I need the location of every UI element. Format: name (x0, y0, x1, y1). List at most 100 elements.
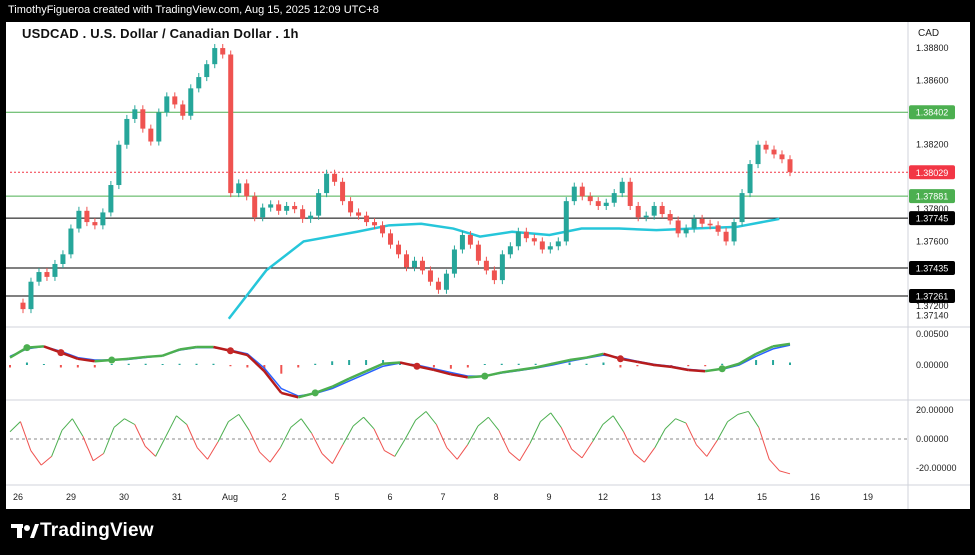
candle (308, 211, 314, 223)
candle-body (739, 193, 745, 223)
osc-line-segment (71, 418, 84, 437)
candle (587, 192, 593, 206)
macd-cross-dot (311, 389, 319, 397)
macd-line-segment (263, 370, 283, 394)
candle (435, 277, 441, 294)
candle-body (396, 244, 402, 255)
osc-line-segment (103, 427, 115, 454)
candle-body (84, 210, 90, 223)
candle (292, 201, 298, 214)
candle-body (715, 225, 721, 232)
macd-cross-dot (57, 349, 65, 357)
candle (316, 189, 322, 220)
candle (483, 256, 489, 275)
candle (739, 189, 745, 227)
osc-line-segment (19, 421, 32, 451)
candle-body (124, 118, 130, 145)
candle (539, 237, 545, 254)
osc-line-segment (550, 412, 562, 428)
candle (443, 269, 449, 294)
candle-body (252, 196, 258, 218)
osc-line-segment (685, 422, 697, 446)
time-tick-label: 12 (598, 492, 608, 502)
osc-line-segment (758, 427, 770, 460)
osc-line-segment (456, 444, 469, 460)
candle (747, 160, 753, 198)
candle (451, 245, 457, 278)
candle (172, 92, 178, 109)
candle (84, 206, 90, 227)
macd-histogram-bar (721, 363, 724, 365)
candle (643, 211, 649, 222)
time-tick-label: 15 (757, 492, 767, 502)
candle-body (236, 183, 242, 194)
macd-tick-label: 0.00000 (916, 360, 949, 370)
candle-body (635, 205, 641, 218)
candle (699, 214, 705, 228)
macd-histogram-bar (42, 364, 45, 365)
candle-body (419, 260, 425, 271)
osc-line-segment (716, 421, 729, 441)
macd-histogram-bar (178, 363, 181, 365)
osc-line-segment (51, 430, 63, 457)
macd-histogram-bar (619, 365, 622, 368)
macd-line-segment (688, 368, 706, 373)
macd-histogram-bar (246, 365, 249, 368)
candle (260, 203, 266, 222)
candle-body (188, 88, 194, 116)
candle (324, 169, 330, 198)
candle (196, 73, 202, 93)
candle-body (571, 186, 577, 202)
tradingview-logo-icon (11, 524, 39, 538)
candle-body (443, 273, 449, 290)
macd-line-segment (145, 354, 163, 359)
candle (332, 169, 338, 186)
candle (531, 234, 537, 246)
candle-body (763, 144, 769, 150)
osc-line-segment (435, 424, 448, 448)
candle (571, 182, 577, 206)
level-label: 1.37881 (916, 192, 949, 202)
macd-histogram-bar (161, 364, 164, 365)
candle-body (116, 144, 122, 186)
candle-body (435, 281, 441, 290)
candle-body (595, 201, 601, 206)
time-tick-label: 19 (863, 492, 873, 502)
osc-line-segment (540, 412, 552, 422)
price-tick-label: 1.37200 (916, 301, 949, 311)
price-tick-label: 1.38800 (916, 43, 949, 53)
brand-name: TradingView (40, 520, 154, 541)
osc-line-segment (186, 424, 198, 448)
candle (276, 200, 282, 215)
candle-body (403, 254, 409, 268)
candle (603, 198, 609, 211)
macd-histogram-bar (789, 362, 791, 365)
candle-body (316, 193, 322, 216)
candle-body (380, 225, 386, 234)
macd-histogram-bar (534, 363, 537, 365)
candle-body (164, 96, 170, 113)
candle-body (308, 215, 314, 219)
candle-body (587, 196, 593, 202)
candle (188, 84, 194, 120)
chart-title: USDCAD . U.S. Dollar / Canadian Dollar .… (22, 26, 299, 41)
candle-body (627, 181, 633, 206)
osc-line-segment (425, 411, 437, 425)
candle (499, 250, 505, 285)
candle-body (467, 234, 473, 245)
macd-histogram-bar (9, 365, 11, 368)
candle-body (20, 302, 26, 310)
macd-cross-dot (718, 365, 726, 373)
candle (340, 177, 346, 206)
candle-body (212, 48, 218, 65)
osc-line-segment (664, 418, 676, 430)
macd-histogram-bar (348, 360, 351, 365)
candle-body (156, 112, 162, 142)
osc-line-segment (61, 418, 73, 431)
currency-label: CAD (918, 28, 940, 39)
osc-line-segment (144, 445, 156, 457)
candle-body (555, 241, 561, 247)
candle (627, 177, 633, 211)
level-label: 1.37435 (916, 264, 949, 274)
candle (60, 250, 66, 269)
